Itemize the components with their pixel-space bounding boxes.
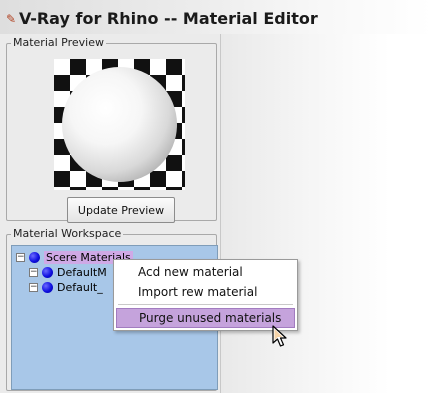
tree-node-label[interactable]: Default_	[57, 281, 103, 294]
editor-right-area	[221, 34, 432, 393]
material-preview-label: Material Preview	[11, 36, 107, 49]
menu-item-add-new-material[interactable]: Acd new material	[116, 262, 295, 282]
preview-sphere	[62, 67, 177, 182]
blue-sphere-icon	[42, 266, 53, 278]
material-editor-window: ✎ V-Ray for Rhino -- Material Editor Mat…	[0, 0, 432, 393]
blue-sphere-icon	[42, 281, 53, 293]
update-preview-button[interactable]: Update Preview	[67, 197, 175, 223]
tree-node-label[interactable]: DefaultM	[57, 266, 107, 279]
menu-separator	[118, 304, 293, 305]
blue-sphere-icon	[29, 251, 40, 263]
window-title: V-Ray for Rhino -- Material Editor	[19, 9, 318, 28]
title-bar: ✎ V-Ray for Rhino -- Material Editor	[0, 0, 432, 34]
context-menu: Acd new material Import rew material Pur…	[113, 259, 298, 331]
collapse-toggle-icon[interactable]: −	[29, 267, 38, 277]
material-preview-group: Material Preview Update Preview	[6, 36, 217, 223]
menu-item-purge-unused-materials[interactable]: Purge unused materials	[116, 308, 295, 328]
vray-icon: ✎	[5, 12, 17, 26]
tree-node-default-underscore[interactable]: − Default_	[29, 280, 103, 294]
tree-node-default-m[interactable]: − DefaultM	[29, 265, 107, 279]
arrow-cursor-icon	[272, 325, 287, 347]
collapse-toggle-icon[interactable]: −	[16, 252, 25, 262]
menu-item-import-new-material[interactable]: Import rew material	[116, 282, 295, 302]
collapse-toggle-icon[interactable]: −	[29, 282, 38, 292]
material-preview-image	[54, 59, 185, 190]
material-workspace-label: Material Workspace	[11, 227, 124, 240]
left-panel: Material Preview Update Preview Material…	[0, 34, 221, 393]
